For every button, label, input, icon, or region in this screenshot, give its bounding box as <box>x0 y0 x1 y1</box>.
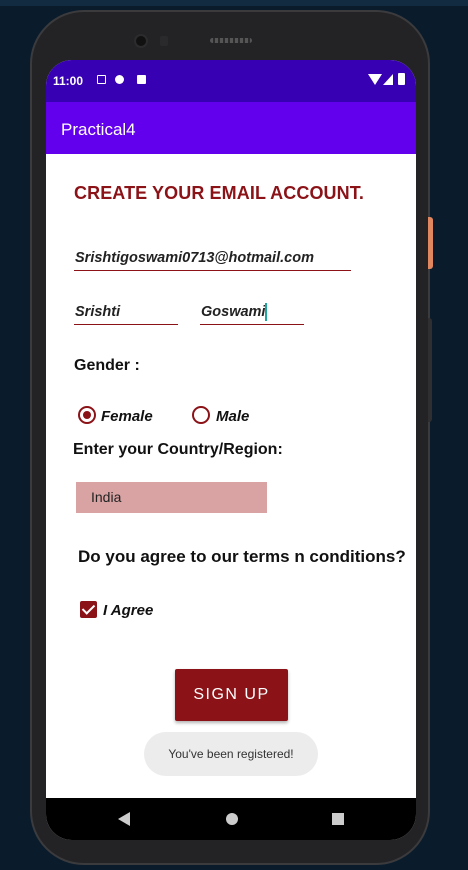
email-field[interactable] <box>74 247 351 271</box>
sd-card-icon <box>137 75 146 84</box>
home-icon[interactable] <box>226 813 238 825</box>
gender-label: Gender : <box>74 357 140 374</box>
signal-icon <box>383 74 393 85</box>
female-radio[interactable] <box>78 406 96 424</box>
app-bar: Practical4 <box>46 102 416 154</box>
power-button <box>428 217 433 269</box>
earpiece-speaker <box>210 38 252 43</box>
recents-icon[interactable] <box>332 813 344 825</box>
female-radio-label[interactable]: Female <box>101 408 153 425</box>
country-label: Enter your Country/Region: <box>73 441 283 458</box>
page-heading: CREATE YOUR EMAIL ACCOUNT. <box>74 183 364 203</box>
camera-sensor <box>160 36 168 46</box>
male-radio[interactable] <box>192 406 210 424</box>
country-select-value: India <box>91 489 122 505</box>
volume-button <box>428 318 432 422</box>
background-strip <box>0 0 468 6</box>
navigation-bar <box>46 798 416 840</box>
toast-message: You've been registered! <box>144 732 318 776</box>
app-title: Practical4 <box>61 120 136 139</box>
back-icon[interactable] <box>118 812 130 826</box>
status-time: 11:00 <box>53 74 84 88</box>
sign-up-button[interactable]: SIGN UP <box>175 669 288 721</box>
terms-label: Do you agree to our terms n conditions? <box>78 547 406 566</box>
first-name-field[interactable] <box>74 301 178 325</box>
battery-icon <box>398 73 405 85</box>
agree-checkbox-label[interactable]: I Agree <box>103 602 153 619</box>
status-bar: 11:00 <box>46 60 416 102</box>
country-select[interactable]: India <box>76 482 267 513</box>
male-radio-label[interactable]: Male <box>216 408 249 425</box>
last-name-field[interactable] <box>200 301 304 325</box>
notification-a-icon <box>97 75 106 84</box>
agree-checkbox[interactable] <box>80 601 97 618</box>
text-cursor <box>265 303 267 321</box>
notification-b-icon <box>115 75 124 84</box>
screen: 11:00 Practical4 CREATE YOUR EMAIL ACCOU… <box>46 60 416 840</box>
wifi-icon <box>368 74 382 85</box>
front-camera <box>134 34 148 48</box>
